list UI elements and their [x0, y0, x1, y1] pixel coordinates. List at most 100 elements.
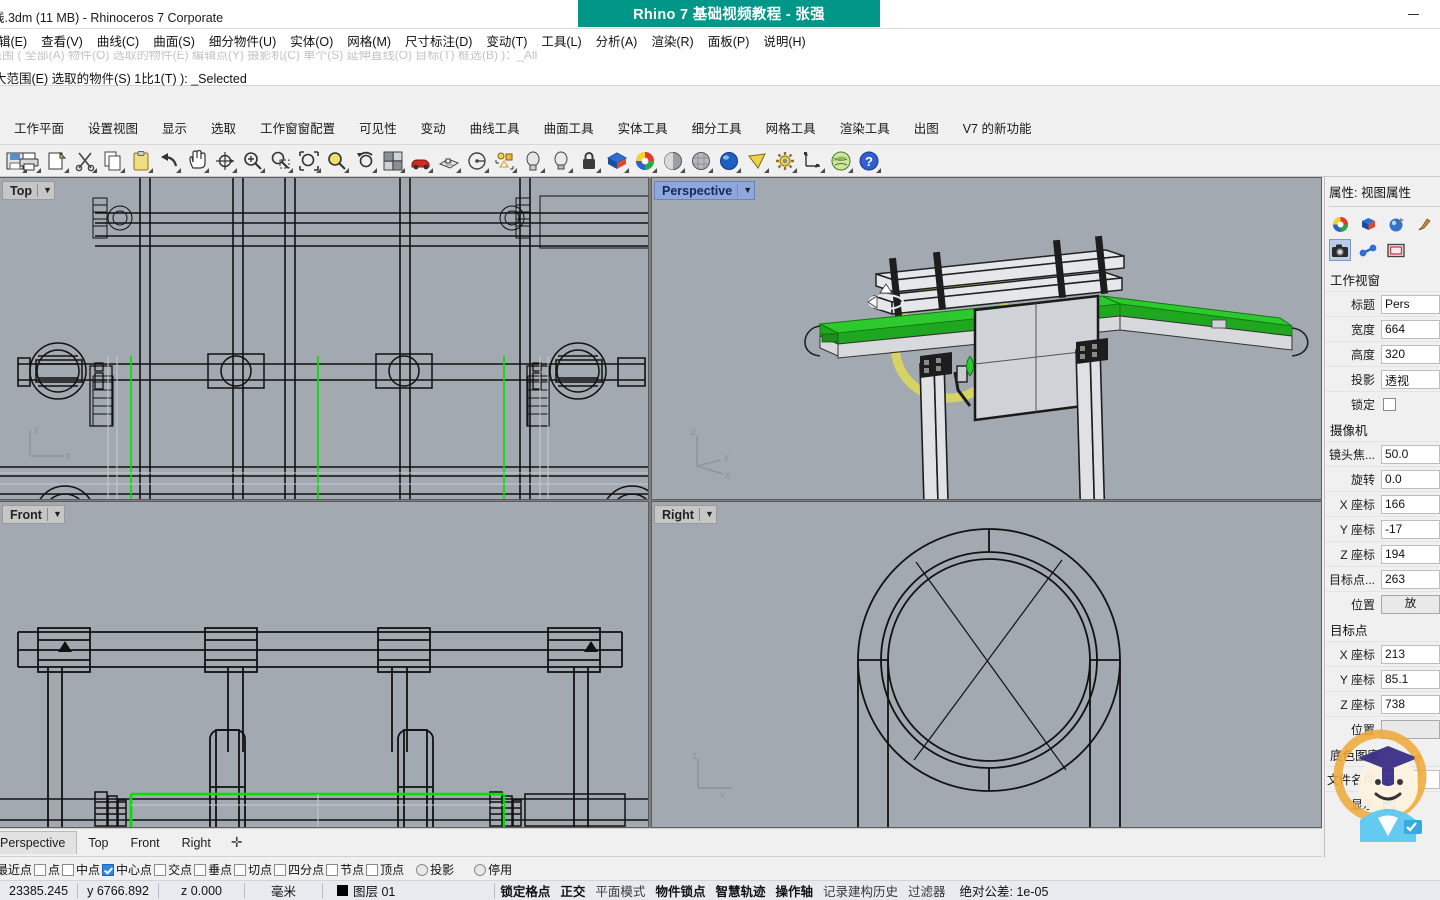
cut-icon[interactable] [72, 148, 98, 174]
osnap-9[interactable]: 顶点 [366, 861, 404, 878]
zoom-extents-icon[interactable] [296, 148, 322, 174]
circle-center-icon[interactable] [492, 148, 518, 174]
osnap-10[interactable]: 投影 [416, 861, 454, 878]
menu-item-5[interactable]: 实体(O) [283, 30, 340, 51]
command-line[interactable]: 大范围(E) 选取的物件(S) 1比1(T) ): _Selected [0, 66, 1440, 86]
toolbar-tab-4[interactable]: 工作窗窗配置 [248, 114, 347, 141]
property-value[interactable]: 213 [1381, 644, 1440, 664]
osnap-3[interactable]: 中心点 [102, 861, 152, 878]
viewport-label-front[interactable]: Front ▼ [2, 505, 65, 524]
osnap-checkbox[interactable] [102, 863, 115, 876]
menu-item-4[interactable]: 细分物件(U) [202, 30, 283, 51]
osnap-checkbox[interactable] [34, 863, 47, 876]
menu-item-8[interactable]: 变动(T) [479, 30, 534, 51]
viewport-label-perspective[interactable]: Perspective ▼ [654, 181, 756, 200]
dimension-icon[interactable] [800, 148, 826, 174]
status-toggle-5[interactable]: 操作轴 [770, 881, 818, 900]
property-button[interactable]: 放 [1381, 594, 1440, 614]
osnap-checkbox[interactable] [274, 863, 287, 876]
osnap-checkbox[interactable] [62, 863, 75, 876]
property-value[interactable]: (无) [1381, 769, 1440, 789]
chevron-down-icon[interactable]: ▼ [46, 508, 62, 521]
property-value[interactable]: 85.1 [1381, 669, 1440, 689]
viewport-label-right[interactable]: Right ▼ [654, 505, 717, 524]
property-checkbox[interactable] [1383, 797, 1396, 811]
osnap-1[interactable]: 点 [34, 861, 60, 878]
property-value[interactable]: Pers [1381, 294, 1440, 314]
options-gear-icon[interactable] [772, 148, 798, 174]
status-toggle-2[interactable]: 平面模式 [590, 881, 650, 900]
status-toggle-1[interactable]: 正交 [555, 881, 590, 900]
viewport-right[interactable]: Right ▼ z y [651, 501, 1322, 828]
property-value[interactable]: 166 [1381, 494, 1440, 514]
paste-icon[interactable] [128, 148, 154, 174]
toolbar-tab-14[interactable]: V7 的新功能 [951, 114, 1044, 141]
print-icon[interactable] [16, 148, 42, 174]
osnap-11[interactable]: 停用 [474, 861, 512, 878]
cplane-icon[interactable] [436, 148, 462, 174]
lock-icon[interactable] [576, 148, 602, 174]
menu-item-7[interactable]: 尺寸标注(D) [398, 30, 479, 51]
property-value[interactable]: 263 [1381, 569, 1440, 589]
property-value[interactable]: 194 [1381, 544, 1440, 564]
viewport-tab-perspective[interactable]: Perspective [0, 831, 78, 854]
osnap-checkbox[interactable] [234, 863, 247, 876]
toolbar-tab-6[interactable]: 变动 [409, 114, 458, 141]
layer-color-swatch[interactable] [337, 885, 348, 896]
status-toggle-7[interactable]: 过滤器 [903, 881, 951, 900]
osnap-6[interactable]: 切点 [234, 861, 272, 878]
osnap-checkbox[interactable] [154, 863, 167, 876]
camera-icon[interactable] [1329, 239, 1351, 261]
osnap-checkbox[interactable] [194, 863, 207, 876]
toolbar-tab-5[interactable]: 可见性 [347, 114, 409, 141]
menu-item-10[interactable]: 分析(A) [589, 30, 645, 51]
osnap-checkbox[interactable] [416, 863, 429, 876]
property-value[interactable]: 664 [1381, 319, 1440, 339]
menu-item-6[interactable]: 网格(M) [340, 30, 398, 51]
viewport-front[interactable]: Front ▼ z x [0, 501, 649, 828]
viewport-label-top[interactable]: Top ▼ [2, 181, 55, 200]
toolbar-tab-7[interactable]: 曲线工具 [458, 114, 532, 141]
osnap-checkbox[interactable] [326, 863, 339, 876]
current-layer[interactable]: 图层 01 [323, 881, 404, 900]
zoom-in-icon[interactable] [240, 148, 266, 174]
light-bulb-icon[interactable] [548, 148, 574, 174]
osnap-5[interactable]: 垂点 [194, 861, 232, 878]
menu-item-3[interactable]: 曲面(S) [146, 30, 202, 51]
rendered-sphere-icon[interactable] [716, 148, 742, 174]
arctic-display-icon[interactable] [744, 148, 770, 174]
car-render-icon[interactable] [408, 148, 434, 174]
toolbar-tab-9[interactable]: 实体工具 [606, 114, 680, 141]
property-value[interactable]: 320 [1381, 344, 1440, 364]
property-checkbox[interactable] [1383, 397, 1396, 411]
osnap-0[interactable]: 最近点 [0, 861, 32, 878]
zoom-window-icon[interactable] [268, 148, 294, 174]
menu-item-11[interactable]: 渲染(R) [644, 30, 700, 51]
menu-item-0[interactable]: 辑(E) [0, 30, 34, 51]
toolbar-tab-3[interactable]: 选取 [199, 114, 248, 141]
toolbar-tab-10[interactable]: 细分工具 [680, 114, 754, 141]
viewport-tab-top[interactable]: Top [77, 832, 119, 854]
viewport-top[interactable]: Top ▼ y x [0, 177, 649, 500]
toolbar-tab-12[interactable]: 渲染工具 [828, 114, 902, 141]
layers-icon[interactable] [604, 148, 630, 174]
linked-nodes-icon[interactable] [1357, 239, 1379, 261]
copy-icon[interactable] [100, 148, 126, 174]
texture-brush-icon[interactable] [1413, 213, 1435, 235]
chevron-down-icon[interactable]: ▼ [698, 508, 714, 521]
status-toggle-3[interactable]: 物件锁点 [650, 881, 710, 900]
osnap-4[interactable]: 交点 [154, 861, 192, 878]
menu-item-2[interactable]: 曲线(C) [90, 30, 146, 51]
material-color-wheel-icon[interactable] [1329, 213, 1351, 235]
toolbar-tab-8[interactable]: 曲面工具 [532, 114, 606, 141]
copy-to-clipboard-icon[interactable] [44, 148, 70, 174]
undo-icon[interactable] [156, 148, 182, 174]
menu-item-13[interactable]: 说明(H) [756, 30, 812, 51]
chevron-down-icon[interactable]: ▼ [36, 184, 52, 197]
toolbar-tab-13[interactable]: 出图 [902, 114, 951, 141]
select-objects-icon[interactable] [520, 148, 546, 174]
minimize-button[interactable] [1394, 2, 1432, 26]
menu-item-12[interactable]: 面板(P) [701, 30, 757, 51]
rotate-view-icon[interactable] [212, 148, 238, 174]
viewport-tab-right[interactable]: Right [171, 832, 222, 854]
